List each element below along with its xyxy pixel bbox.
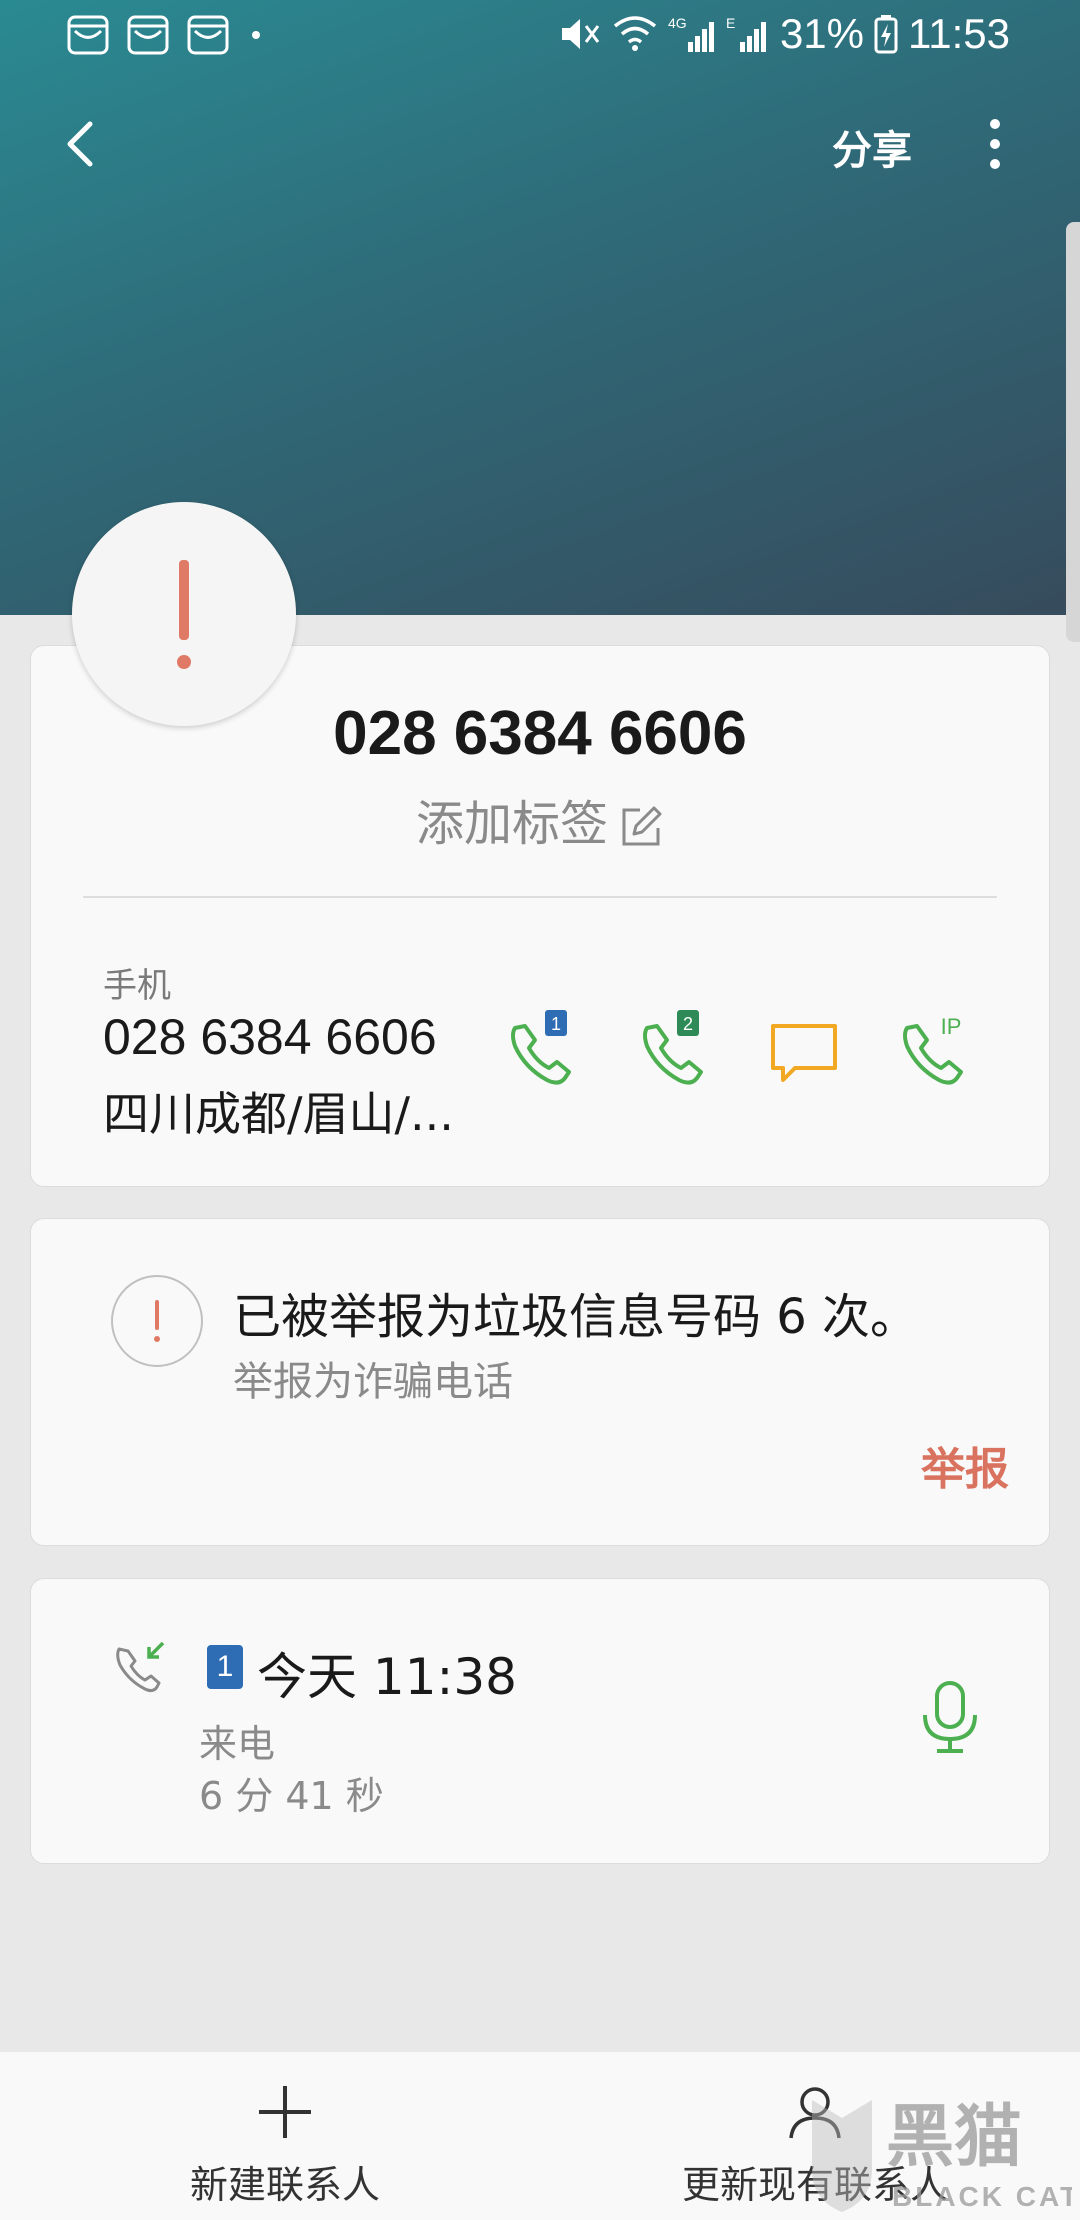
mute-icon — [561, 19, 600, 49]
scrollbar[interactable] — [1066, 222, 1080, 642]
call-sim1-button[interactable]: 1 — [497, 1006, 587, 1096]
notification-app-icon — [127, 15, 169, 55]
more-options-button[interactable] — [980, 114, 1010, 174]
battery-charging-icon — [874, 15, 898, 54]
contact-avatar — [72, 502, 296, 726]
clock: 11:53 — [908, 10, 1010, 57]
notification-app-icon — [187, 15, 229, 55]
phone-type-label: 手机 — [103, 966, 171, 1006]
more-notifications-dot — [252, 31, 260, 39]
spam-report-count: 已被举报为垃圾信息号码 6 次。 — [233, 1289, 919, 1345]
network-4g-label: 4G — [668, 15, 687, 31]
network-e-label: E — [726, 15, 735, 31]
top-app-bar: 分享 — [0, 100, 1080, 190]
call-sim-badge: 1 — [207, 1645, 243, 1689]
edit-icon — [622, 806, 662, 846]
call-log-card[interactable]: 1 今天 11:38 来电 6 分 41 秒 — [30, 1578, 1050, 1864]
recording-mic-button[interactable] — [915, 1679, 985, 1755]
notification-icons — [66, 14, 260, 56]
new-contact-label: 新建联系人 — [189, 2163, 380, 2207]
spam-report-card: 已被举报为垃圾信息号码 6 次。 举报为诈骗电话 举报 — [30, 1218, 1050, 1546]
phone-location: 四川成都/眉山/... — [103, 1087, 454, 1141]
phone-number: 028 6384 6606 — [103, 1009, 437, 1065]
message-button[interactable] — [759, 1006, 849, 1096]
incoming-call-icon — [116, 1641, 165, 1693]
wifi-icon — [613, 16, 657, 51]
watermark-text-en: BLACK CAT — [892, 2181, 1072, 2212]
ip-label: IP — [941, 1014, 962, 1039]
spam-warning-icon — [111, 1275, 203, 1367]
contact-card: 028 6384 6606 添加标签 手机 028 6384 6606 四川成都… — [30, 645, 1050, 1187]
exclamation-icon — [154, 1300, 160, 1342]
sim1-badge: 1 — [551, 1014, 561, 1034]
add-tag-label: 添加标签 — [415, 796, 608, 852]
warning-exclamation-icon — [177, 560, 191, 669]
new-contact-button[interactable]: 新建联系人 — [150, 2082, 420, 2209]
watermark-text-cn: 黑猫 — [886, 2098, 1022, 2177]
signal-icon: E — [726, 15, 766, 52]
signal-icon: 4G — [668, 15, 714, 52]
battery-percent: 31% — [779, 10, 864, 57]
spam-report-type: 举报为诈骗电话 — [233, 1359, 513, 1405]
ip-call-button[interactable]: IP — [889, 1006, 979, 1096]
add-tag-button[interactable]: 添加标签 — [31, 784, 1049, 854]
black-cat-watermark: 黑猫 BLACK CAT — [812, 2098, 1072, 2212]
back-button[interactable] — [54, 114, 114, 174]
call-type: 来电 — [199, 1722, 276, 1766]
report-button[interactable]: 举报 — [921, 1433, 1009, 1497]
divider — [83, 896, 997, 898]
sim2-badge: 2 — [683, 1014, 693, 1034]
call-duration: 6 分 41 秒 — [199, 1774, 384, 1818]
notification-app-icon — [67, 15, 109, 55]
status-bar: 4G E 31% 11:53 — [0, 0, 1080, 72]
call-time: 今天 11:38 — [257, 1648, 517, 1706]
plus-icon — [259, 2086, 311, 2138]
share-button[interactable]: 分享 — [832, 118, 912, 176]
status-right: 4G E 31% 11:53 — [558, 10, 1010, 58]
call-sim2-button[interactable]: 2 — [629, 1006, 719, 1096]
